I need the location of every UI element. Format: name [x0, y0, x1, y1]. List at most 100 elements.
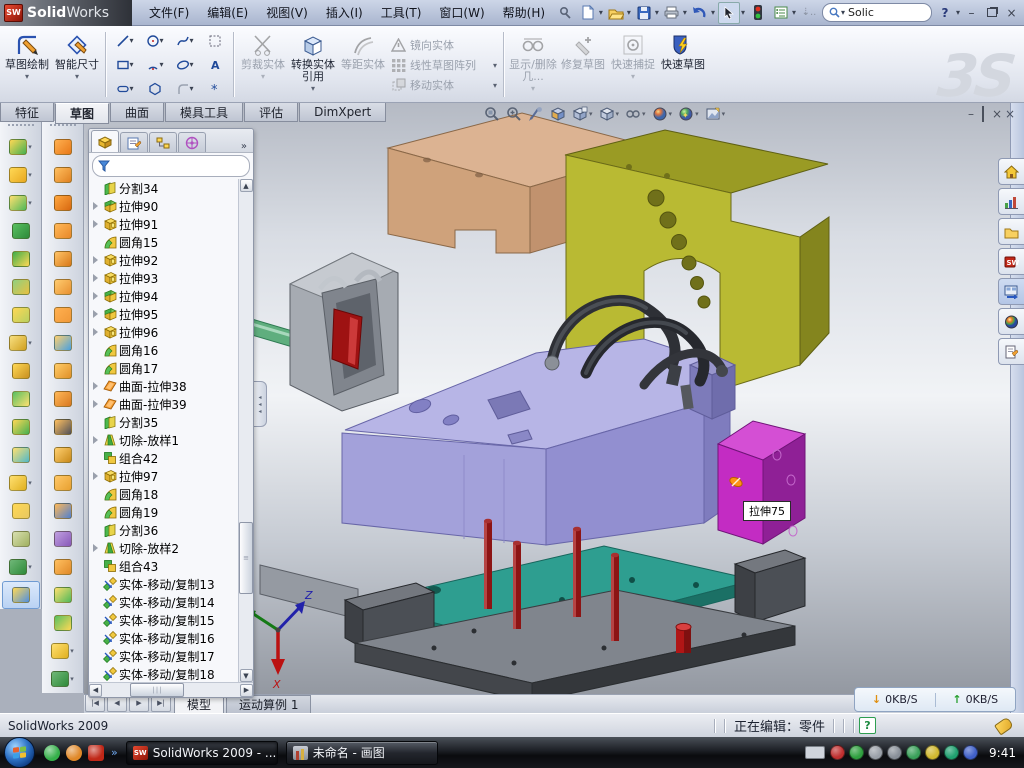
linear-pattern-button[interactable]: 线性草图阵列 ▾: [388, 56, 500, 74]
tab-dimxpertmanager[interactable]: [178, 132, 206, 152]
rapid-sketch-button[interactable]: 快速草图: [658, 28, 708, 101]
edit-appearance-icon[interactable]: ▾: [650, 105, 675, 123]
ellipse-tool[interactable]: ▾: [170, 53, 200, 77]
display-delete-relations-button[interactable]: 显示/删除几... ▾: [508, 28, 558, 101]
task-pane-tab-file-explorer[interactable]: [998, 218, 1024, 245]
rectangle-tool[interactable]: ▾: [110, 53, 140, 77]
tab-DimXpert[interactable]: DimXpert: [299, 103, 386, 122]
delete-face-button[interactable]: [44, 413, 82, 441]
tree-item[interactable]: 曲面-拉伸39: [91, 395, 253, 413]
undo-icon[interactable]: [690, 3, 710, 23]
tab-曲面[interactable]: 曲面: [110, 103, 164, 122]
draft-button[interactable]: [2, 273, 40, 301]
tree-vscroll-thumb[interactable]: ≡: [239, 522, 253, 594]
sketch-spline-button[interactable]: ▾: [44, 665, 82, 693]
thicken-button[interactable]: [44, 357, 82, 385]
hole-wizard-button[interactable]: [2, 301, 40, 329]
tree-item[interactable]: 拉伸93: [91, 269, 253, 287]
zoom-fit-icon[interactable]: [482, 105, 502, 123]
tree-item[interactable]: 圆角18: [91, 485, 253, 503]
hide-show-items-icon[interactable]: ▾: [623, 105, 648, 123]
tree-item[interactable]: 圆角17: [91, 359, 253, 377]
open-icon[interactable]: [606, 3, 626, 23]
lofted-surface-button[interactable]: [44, 217, 82, 245]
view-orientation-icon[interactable]: ▾: [570, 105, 595, 123]
tray-volume-icon[interactable]: [887, 745, 902, 760]
revolve-cylinder-button[interactable]: [44, 609, 82, 637]
combine-bodies-button[interactable]: [2, 413, 40, 441]
tree-item[interactable]: 实体-移动/复制17: [91, 647, 253, 665]
task-pane-tab-solidworks-search[interactable]: SW: [998, 248, 1024, 275]
tree-item[interactable]: 实体-移动/复制16: [91, 629, 253, 647]
section-view-icon[interactable]: [548, 105, 568, 123]
scroll-right-icon[interactable]: ▶: [240, 684, 253, 697]
help-caret-icon[interactable]: ▾: [956, 8, 960, 17]
panel-splitter-handle[interactable]: ◂◂◂: [254, 381, 267, 427]
select-tool-icon[interactable]: [718, 2, 740, 24]
parting-line-button[interactable]: [44, 525, 82, 553]
view-settings-icon[interactable]: ▾: [703, 105, 728, 123]
tree-hscroll-thumb[interactable]: ∣∣∣: [130, 683, 184, 697]
repair-sketch-button[interactable]: 修复草图: [558, 28, 608, 101]
scroll-down-icon[interactable]: ▼: [240, 669, 253, 682]
linear-pattern-button[interactable]: ▾: [2, 329, 40, 357]
move-entities-button[interactable]: 移动实体 ▾: [388, 76, 500, 94]
tree-item[interactable]: 圆角15: [91, 233, 253, 251]
move-copy-body-button[interactable]: [2, 441, 40, 469]
tree-item[interactable]: 实体-移动/复制18: [91, 665, 253, 682]
tree-item[interactable]: 拉伸94: [91, 287, 253, 305]
search-scope-caret-icon[interactable]: ▾: [841, 8, 845, 17]
untrim-surface-button[interactable]: [44, 469, 82, 497]
select-region-tool[interactable]: [200, 29, 230, 53]
task-pane-tab-home[interactable]: [998, 158, 1024, 185]
extruded-boss-base-button[interactable]: ▾: [2, 133, 40, 161]
quick-launch-messenger-icon[interactable]: [44, 745, 60, 761]
trim-entities-button[interactable]: 剪裁实体 ▾: [238, 28, 288, 101]
tab-configurationmanager[interactable]: [149, 132, 177, 152]
tree-item[interactable]: 切除-放样1: [91, 431, 253, 449]
undo-caret-icon[interactable]: ▾: [711, 8, 715, 17]
tray-network-warning-icon[interactable]: [925, 745, 940, 760]
tab-模具工具[interactable]: 模具工具: [165, 103, 243, 122]
shell-button[interactable]: [2, 245, 40, 273]
tree-item[interactable]: 实体-移动/复制14: [91, 593, 253, 611]
polygon-tool[interactable]: [140, 77, 170, 101]
point-tool[interactable]: *: [200, 77, 230, 101]
menu-item[interactable]: 视图(V): [257, 0, 317, 25]
tab-特征[interactable]: 特征: [0, 103, 54, 122]
task-pane-tab-design-library[interactable]: [998, 188, 1024, 215]
spline-tool[interactable]: ▾: [170, 29, 200, 53]
tree-item[interactable]: 拉伸96: [91, 323, 253, 341]
tab-featuremanager[interactable]: [91, 130, 119, 152]
line-tool[interactable]: ▾: [110, 29, 140, 53]
tree-item[interactable]: 分割35: [91, 413, 253, 431]
convert-entities-button[interactable]: 转换实体引用 ▾: [288, 28, 338, 101]
input-language-icon[interactable]: [805, 746, 825, 759]
reference-point-button[interactable]: ▾: [2, 469, 40, 497]
print-icon[interactable]: [662, 3, 682, 23]
tree-item[interactable]: 曲面-拉伸38: [91, 377, 253, 395]
new-caret-icon[interactable]: ▾: [599, 8, 603, 17]
quick-launch-launcher-ball-icon[interactable]: [66, 745, 82, 761]
freeform-elbow-button[interactable]: [44, 385, 82, 413]
restore-button[interactable]: [983, 5, 1000, 20]
tab-评估[interactable]: 评估: [244, 103, 298, 122]
tray-shield-plus-icon[interactable]: [944, 745, 959, 760]
tray-antivirus-shield-icon[interactable]: [830, 745, 845, 760]
reference-plane-button[interactable]: [2, 497, 40, 525]
close-button[interactable]: ×: [1003, 5, 1020, 20]
menu-item[interactable]: 窗口(W): [430, 0, 493, 25]
quick-launch-solidworks-icon[interactable]: [88, 745, 104, 761]
scroll-left-icon[interactable]: ◀: [89, 684, 102, 697]
tray-gear-service-icon[interactable]: [868, 745, 883, 760]
taskbar-window-solidworks[interactable]: SWSolidWorks 2009 - ...: [126, 741, 278, 765]
tree-item[interactable]: 分割36: [91, 521, 253, 539]
taskbar-clock[interactable]: 9:41: [989, 746, 1016, 760]
menu-item[interactable]: 工具(T): [372, 0, 431, 25]
boundary-surface-button[interactable]: [44, 245, 82, 273]
menu-item[interactable]: 插入(I): [317, 0, 372, 25]
graphics-area[interactable]: Y Z X ▾▾▾▾✦▾▾ – × » 分割34 拉伸90 拉伸91: [84, 103, 1010, 713]
search-input[interactable]: ▾ Solic: [822, 3, 932, 22]
print-caret-icon[interactable]: ▾: [683, 8, 687, 17]
tray-update-circle-icon[interactable]: [963, 745, 978, 760]
